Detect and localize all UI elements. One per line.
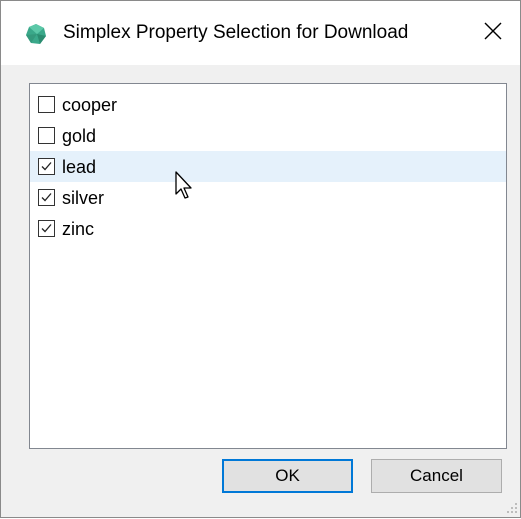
- list-item-label: zinc: [62, 218, 95, 239]
- resize-grip-icon[interactable]: [506, 501, 518, 519]
- list-item-gold[interactable]: gold: [30, 120, 506, 151]
- checkbox-gold[interactable]: [38, 127, 55, 144]
- dialog-window: Simplex Property Selection for Download …: [0, 0, 521, 518]
- ok-button[interactable]: OK: [222, 459, 353, 493]
- check-icon: [41, 224, 52, 233]
- mouse-cursor-icon: [175, 171, 197, 206]
- title-bar[interactable]: Simplex Property Selection for Download: [1, 1, 520, 65]
- list-item-silver[interactable]: silver: [30, 182, 506, 213]
- window-title: Simplex Property Selection for Download: [63, 22, 409, 43]
- list-item-label: cooper: [62, 94, 118, 115]
- check-icon: [41, 193, 52, 202]
- check-icon: [41, 162, 52, 171]
- list-item-lead[interactable]: lead: [30, 151, 506, 182]
- checkbox-lead[interactable]: [38, 158, 55, 175]
- list-item-label: lead: [62, 156, 97, 177]
- close-icon: [483, 21, 503, 46]
- list-item-label: gold: [62, 125, 97, 146]
- checkbox-zinc[interactable]: [38, 220, 55, 237]
- close-button[interactable]: [473, 15, 513, 51]
- checkbox-cooper[interactable]: [38, 96, 55, 113]
- cancel-button[interactable]: Cancel: [371, 459, 502, 493]
- checkbox-silver[interactable]: [38, 189, 55, 206]
- app-gem-icon: [25, 23, 47, 45]
- list-item-zinc[interactable]: zinc: [30, 213, 506, 244]
- list-item-cooper[interactable]: cooper: [30, 89, 506, 120]
- property-list[interactable]: cooper gold lead silver zinc: [29, 83, 507, 449]
- list-item-label: silver: [62, 187, 105, 208]
